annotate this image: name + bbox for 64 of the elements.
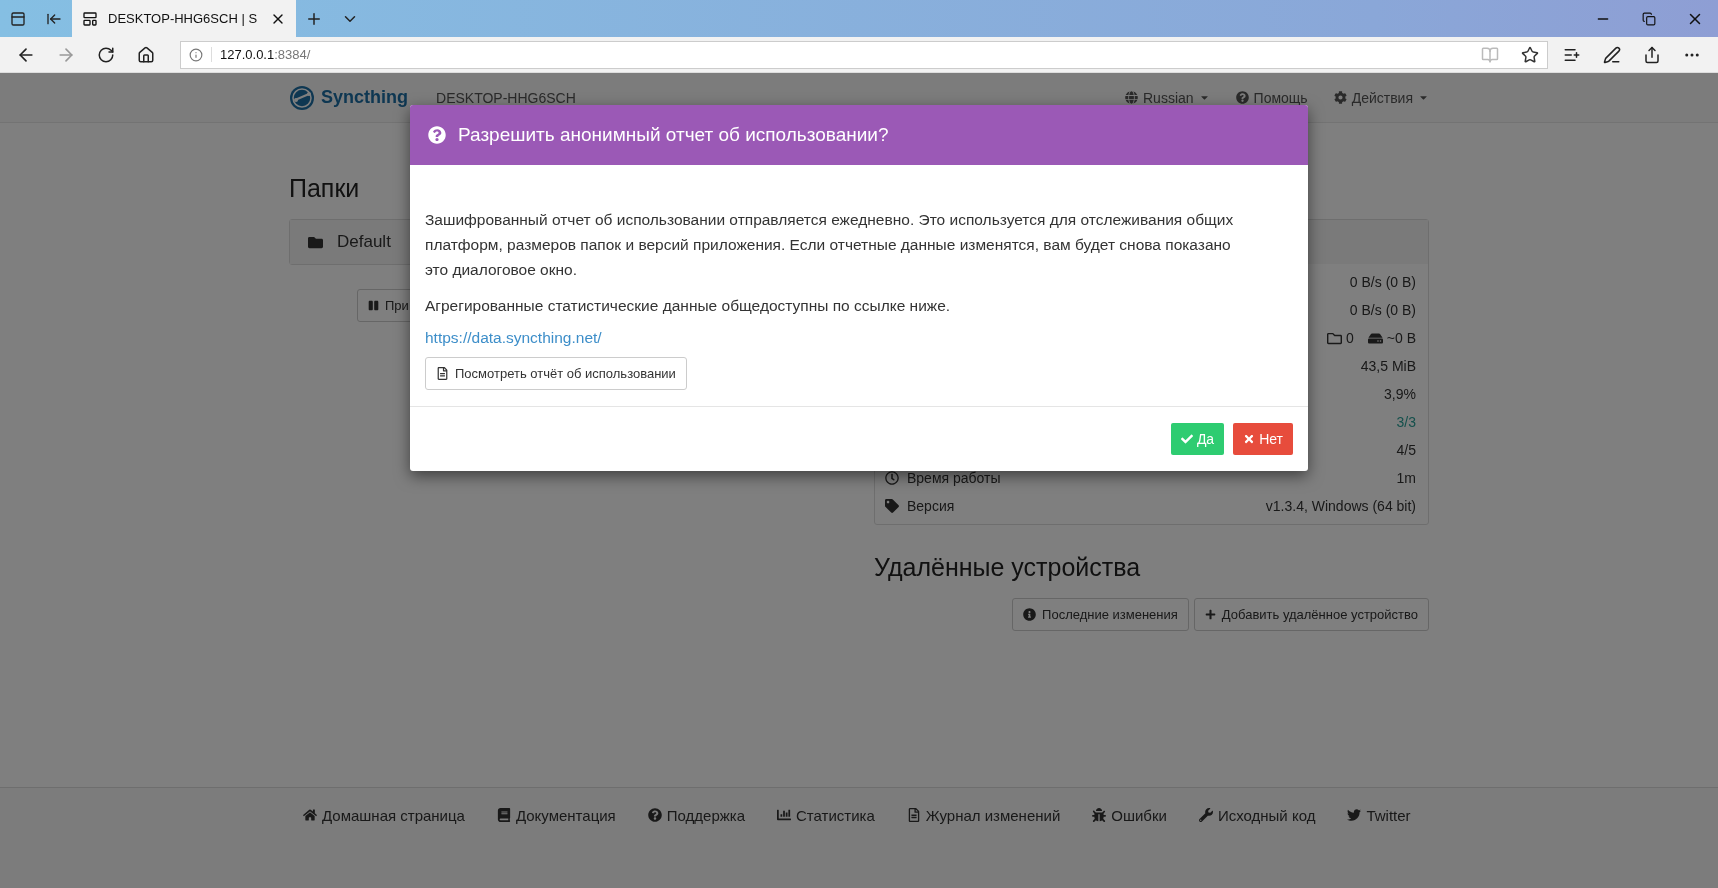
clock-icon	[885, 471, 899, 485]
document-icon	[436, 367, 449, 380]
pause-icon	[368, 300, 379, 311]
stat-value: 4/5	[1396, 442, 1416, 458]
nav-menu[interactable]: Помощь	[1235, 89, 1308, 106]
folder-icon	[1327, 330, 1342, 346]
tag-icon	[885, 499, 899, 513]
browser-tab[interactable]: DESKTOP-HHG6SCH | S	[72, 0, 296, 37]
view-report-button[interactable]: Посмотреть отчёт об использовании	[425, 357, 687, 390]
stat-value: 43,5 MiB	[1360, 358, 1416, 374]
footer-link[interactable]: Поддержка	[647, 804, 745, 826]
question-icon	[428, 126, 446, 144]
stat-value: 0 B/s (0 B)	[1349, 302, 1416, 318]
star-icon[interactable]	[1521, 45, 1539, 64]
footer-link[interactable]: Документация	[496, 804, 616, 826]
document-icon	[906, 808, 921, 822]
question-icon	[1235, 91, 1249, 104]
wrench-icon	[1198, 808, 1213, 822]
footer-link[interactable]: Исходный код	[1198, 804, 1316, 826]
folder-name: Default	[337, 232, 391, 252]
dialog-text: Зашифрованный отчет об использовании отправляется ежедневно. Это используется для отслеживания общих платформ, размеров папок и версий приложения. Если отчетные данные изменятся, вам будет снова показано это диалоговое окно.	[425, 210, 1235, 280]
stat-label: Время работы	[907, 470, 1001, 486]
stat-value: v1.3.4, Windows (64 bit)	[1265, 498, 1416, 514]
gear-icon	[1333, 91, 1347, 104]
info-icon	[1023, 608, 1037, 621]
dialog-title: Разрешить анонимный отчет об использовании?	[458, 124, 889, 146]
device-name: DESKTOP-HHG6SCH	[436, 89, 576, 106]
stat-label: Версия	[907, 498, 955, 514]
home-icon	[303, 808, 317, 822]
stat-value: 0 B/s (0 B)	[1349, 274, 1416, 290]
size-value: ~0 B	[1386, 330, 1416, 346]
bug-icon	[1092, 808, 1107, 822]
stats-link[interactable]: https://data.syncthing.net/	[425, 329, 602, 347]
folder-count: 0	[1346, 330, 1354, 346]
stat-value: 3/3	[1396, 414, 1416, 430]
url-text: 127.0.0.1:8384/	[211, 47, 1473, 62]
footer-link[interactable]: Журнал изменений	[906, 804, 1061, 826]
close-icon	[1243, 433, 1256, 445]
footer-link[interactable]: Статистика	[777, 804, 875, 826]
syncthing-logo-icon	[289, 84, 315, 111]
question-icon	[647, 808, 662, 822]
bar-chart-icon	[777, 808, 791, 822]
plus-icon	[1204, 609, 1216, 620]
book-icon	[496, 808, 511, 822]
footer-link[interactable]: Домашная страница	[303, 804, 465, 826]
stat-value: 1m	[1396, 470, 1416, 486]
brand-name: Syncthing	[321, 87, 408, 108]
footer-link[interactable]: Ошибки	[1092, 804, 1167, 826]
stat-value: 3,9%	[1384, 386, 1416, 402]
section-heading: Удалённые устройства	[874, 553, 1142, 582]
info-icon	[189, 47, 203, 62]
section-heading: Папки	[289, 173, 361, 203]
address-bar[interactable]: 127.0.0.1:8384/	[180, 40, 1548, 69]
bird-icon	[1347, 808, 1362, 822]
check-icon	[1180, 433, 1193, 445]
footer-link[interactable]: Twitter	[1347, 804, 1411, 826]
nav-menu[interactable]: Действия	[1333, 89, 1429, 106]
dialog-text: Агрегированные статистические данные общедоступны по ссылке ниже.	[425, 296, 952, 316]
recent-changes-button[interactable]: Последние изменения	[1012, 598, 1189, 631]
folder-icon	[308, 234, 323, 250]
add-device-button[interactable]: Добавить удалённое устройство	[1193, 598, 1429, 631]
no-button[interactable]: Нет	[1233, 423, 1293, 455]
globe-icon	[1125, 91, 1138, 104]
nav-menu[interactable]: Russian	[1125, 89, 1210, 106]
